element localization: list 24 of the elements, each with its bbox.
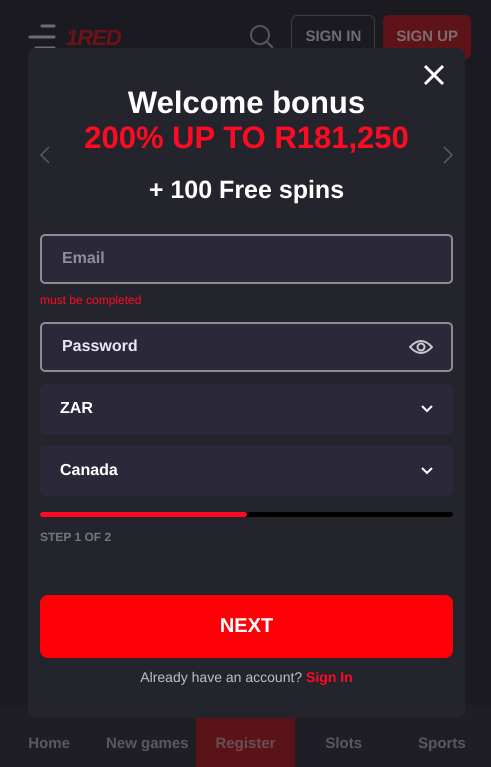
email-field[interactable]: Email: [40, 234, 453, 284]
free-spins-text: + 100 Free spins: [148, 175, 344, 206]
sign-in-prompt: Already have an account? Sign In: [140, 668, 353, 684]
step-label: STEP 1 OF 2: [40, 530, 112, 544]
bonus-offer: 200% UP TO R181,250: [84, 121, 409, 156]
sign-in-link[interactable]: Sign In: [306, 668, 353, 684]
close-icon[interactable]: [423, 64, 445, 86]
search-icon[interactable]: [249, 24, 276, 50]
next-button[interactable]: NEXT: [40, 594, 453, 658]
modal-title: Welcome bonus: [128, 86, 366, 120]
chevron-down-icon: [421, 404, 433, 412]
error-message: must be completed: [40, 292, 142, 306]
chevron-left-icon[interactable]: [40, 146, 50, 164]
menu-icon[interactable]: [28, 24, 58, 50]
nav-tab[interactable]: Slots: [294, 705, 393, 767]
select-field[interactable]: ZAR: [40, 384, 453, 434]
nav-tab[interactable]: Home: [0, 705, 98, 767]
eye-icon[interactable]: [409, 338, 433, 354]
password-field[interactable]: Password: [40, 322, 453, 372]
chevron-right-icon[interactable]: [443, 146, 453, 164]
select-field[interactable]: Canada: [40, 446, 453, 496]
nav-tab[interactable]: Sports: [392, 705, 491, 767]
nav-tab[interactable]: New games: [98, 705, 196, 767]
chevron-down-icon: [421, 466, 433, 474]
